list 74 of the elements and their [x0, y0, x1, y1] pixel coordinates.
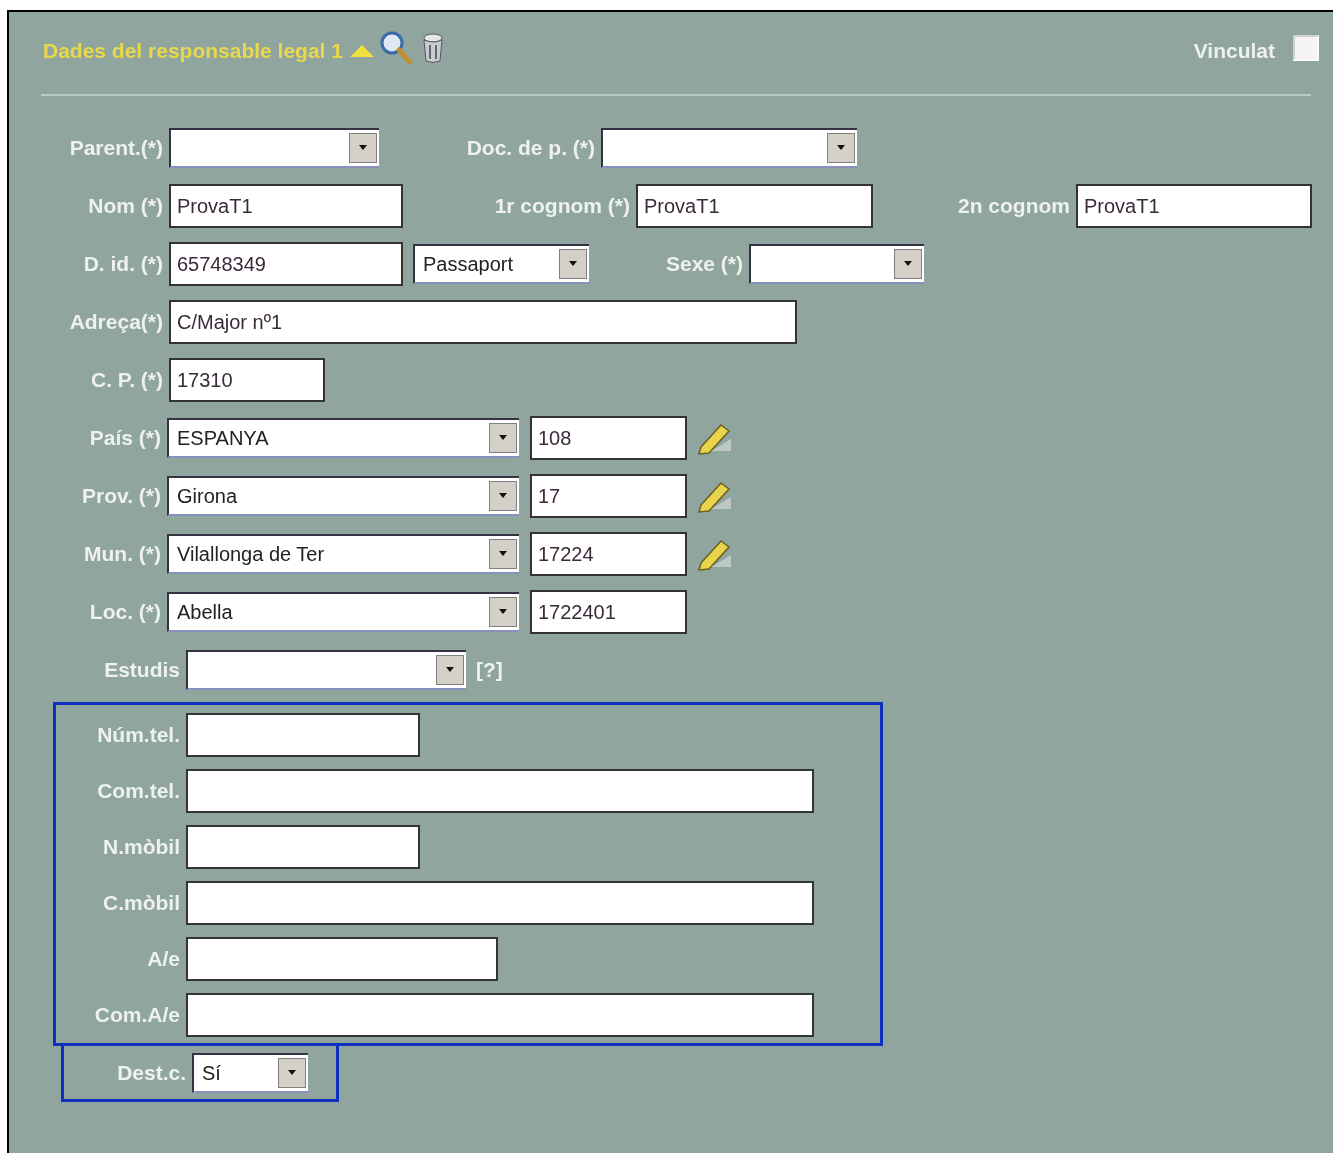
caret-down-icon	[287, 1069, 297, 1076]
field-label: C. P. (*)	[90, 367, 164, 394]
text-field[interactable]: ProvaT1	[636, 184, 873, 228]
field-label: Núm.tel.	[96, 722, 181, 749]
dropdown-button[interactable]	[894, 249, 922, 279]
dropdown-button[interactable]	[827, 133, 855, 163]
pencil-icon[interactable]	[697, 537, 733, 571]
field-label: Parent.(*)	[68, 135, 164, 162]
dropdown-button[interactable]	[436, 655, 464, 685]
text-field[interactable]	[186, 769, 814, 813]
dropdown-button[interactable]	[278, 1057, 306, 1088]
field-label: Loc. (*)	[88, 599, 162, 626]
caret-down-icon	[498, 493, 508, 499]
field-label: 2n cognom	[957, 193, 1071, 220]
caret-down-icon	[358, 145, 368, 151]
field-label: N.mòbil	[102, 834, 181, 861]
field-label: D. id. (*)	[82, 251, 164, 278]
field-label: Com.A/e	[93, 1002, 181, 1029]
caret-down-icon	[498, 609, 508, 615]
caret-down-icon	[498, 435, 508, 441]
pencil-icon[interactable]	[697, 421, 733, 455]
field-label: Nom (*)	[87, 193, 164, 220]
text-field[interactable]: 17	[530, 474, 687, 518]
pencil-icon[interactable]	[697, 479, 733, 513]
select-field[interactable]	[749, 244, 924, 284]
select-field[interactable]: ESPANYA	[167, 418, 519, 458]
search-icon[interactable]	[378, 30, 413, 66]
dropdown-button[interactable]	[559, 249, 587, 279]
text-field[interactable]	[186, 993, 814, 1037]
select-field[interactable]: Girona	[167, 476, 519, 516]
select-field[interactable]: Abella	[167, 592, 519, 632]
text-field[interactable]	[186, 825, 420, 869]
dropdown-button[interactable]	[489, 539, 517, 569]
vinculat-label: Vinculat	[1193, 38, 1275, 65]
field-label: Mun. (*)	[83, 541, 162, 568]
field-label: 1r cognom (*)	[493, 193, 631, 220]
text-field[interactable]	[186, 937, 498, 981]
text-field[interactable]: C/Major nº1	[169, 300, 797, 344]
field-label: País (*)	[88, 425, 162, 452]
text-field[interactable]: 17224	[530, 532, 687, 576]
field-label: A/e	[146, 946, 181, 973]
select-field[interactable]	[601, 128, 857, 168]
field-label: Doc. de p. (*)	[465, 135, 596, 162]
caret-down-icon	[498, 551, 508, 557]
select-field[interactable]	[186, 650, 466, 690]
dropdown-button[interactable]	[489, 423, 517, 453]
text-field[interactable]: 17310	[169, 358, 325, 402]
field-label: Adreça(*)	[68, 309, 164, 336]
text-field[interactable]	[186, 881, 814, 925]
field-label: Prov. (*)	[81, 483, 162, 510]
field-label: Dest.c.	[116, 1059, 187, 1086]
text-field[interactable]: ProvaT1	[1076, 184, 1312, 228]
section-title: Dades del responsable legal 1	[43, 38, 343, 65]
field-label: Sexe (*)	[664, 251, 744, 278]
caret-down-icon	[903, 261, 913, 267]
dropdown-button[interactable]	[349, 133, 377, 163]
text-field[interactable]	[186, 713, 420, 757]
select-field[interactable]: Passaport	[413, 244, 589, 284]
field-label: Estudis	[103, 657, 181, 684]
text-field[interactable]: 65748349	[169, 242, 403, 286]
select-field[interactable]: Vilallonga de Ter	[167, 534, 519, 574]
caret-down-icon	[836, 145, 846, 151]
text-field[interactable]: ProvaT1	[169, 184, 403, 228]
caret-down-icon	[445, 667, 455, 673]
dropdown-button[interactable]	[489, 597, 517, 627]
text-field[interactable]: 1722401	[530, 590, 687, 634]
caret-down-icon	[568, 261, 578, 267]
checkbox[interactable]	[1293, 35, 1319, 61]
text-field[interactable]: 108	[530, 416, 687, 460]
field-label: Com.tel.	[96, 778, 181, 805]
dropdown-button[interactable]	[489, 481, 517, 511]
select-field[interactable]: Sí	[192, 1052, 308, 1093]
select-field[interactable]	[169, 128, 379, 168]
field-label: C.mòbil	[102, 890, 181, 917]
